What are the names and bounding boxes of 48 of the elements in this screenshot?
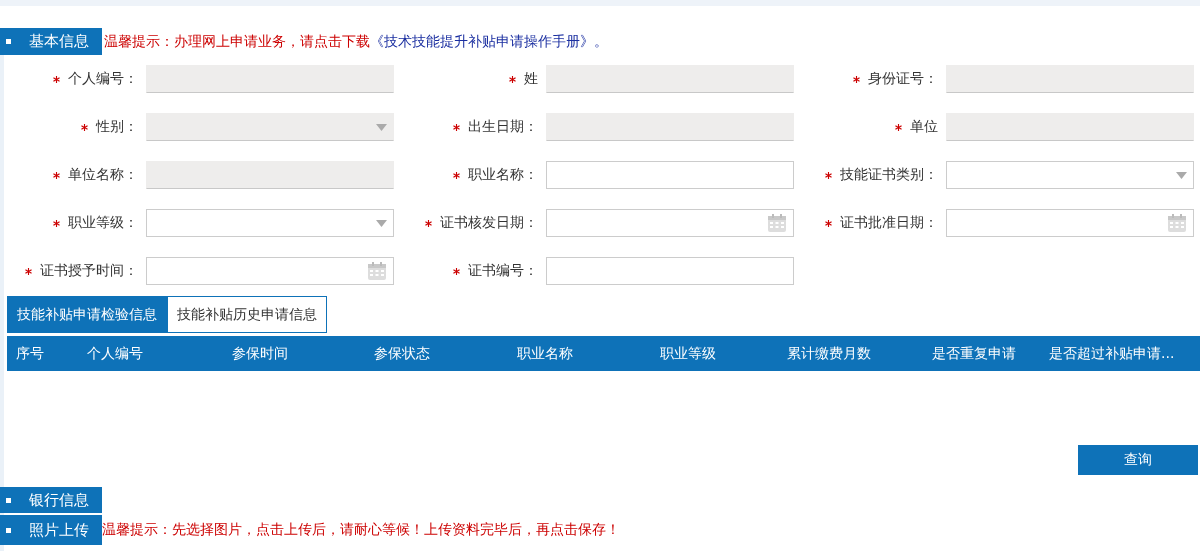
field-label: 证书编号： <box>468 262 538 280</box>
bullet-icon <box>6 527 11 533</box>
bullet-icon <box>6 39 11 44</box>
tab[interactable]: 技能补贴申请检验信息 <box>7 296 167 333</box>
select-field[interactable] <box>946 161 1194 189</box>
notice-text: 温馨提示：办理网上申请业务，请点击下载《技术技能提升补贴申请操作手册》。 <box>103 33 608 51</box>
field-label: 身份证号： <box>868 70 938 88</box>
column-header: 职业等级 <box>660 344 716 361</box>
field-label: 证书核发日期： <box>440 214 538 232</box>
bullet-icon <box>6 497 11 503</box>
column-header: 序号 <box>16 344 44 361</box>
date-field[interactable] <box>946 209 1194 237</box>
field-label: 证书授予时间： <box>40 262 138 280</box>
field-label: 个人编号： <box>68 70 138 88</box>
input-field[interactable] <box>546 161 794 189</box>
column-header: 是否重复申请 <box>932 344 1016 361</box>
dropdown-arrow-icon[interactable] <box>376 219 387 227</box>
field-label: 职业名称： <box>468 166 538 184</box>
calendar-icon[interactable] <box>367 261 387 281</box>
manual-download-link[interactable]: 《技术技能提升补贴申请操作手册》。 <box>370 33 608 49</box>
field-label: 性别： <box>96 118 138 136</box>
date-field[interactable] <box>546 209 794 237</box>
field-label: 姓 <box>524 70 538 88</box>
column-header: 个人编号 <box>87 344 143 361</box>
field-label: 单位名称： <box>68 166 138 184</box>
date-field[interactable] <box>146 257 394 285</box>
calendar-icon[interactable] <box>1167 213 1187 233</box>
query-button[interactable]: 查询 <box>1078 445 1198 475</box>
section-title: 银行信息 <box>0 487 102 513</box>
input-field[interactable] <box>546 257 794 285</box>
section-title: 照片上传 <box>0 515 102 545</box>
select-field[interactable] <box>146 209 394 237</box>
dropdown-arrow-icon[interactable] <box>1176 171 1187 179</box>
column-header: 参保状态 <box>374 344 430 361</box>
calendar-icon[interactable] <box>767 213 787 233</box>
field-label: 职业等级： <box>68 214 138 232</box>
column-header: 参保时间 <box>232 344 288 361</box>
section-title: 基本信息 <box>0 28 102 55</box>
column-header: 职业名称 <box>517 344 573 361</box>
field-label: 出生日期： <box>468 118 538 136</box>
field-label: 证书批准日期： <box>840 214 938 232</box>
column-header: 是否超过补贴申请... <box>1049 344 1175 361</box>
tab[interactable]: 技能补贴历史申请信息 <box>167 296 327 333</box>
column-header: 累计缴费月数 <box>787 344 871 361</box>
field-label: 单位 <box>910 118 938 136</box>
field-label: 技能证书类别： <box>840 166 938 184</box>
notice-text: 温馨提示：先选择图片，点击上传后，请耐心等候！上传资料完毕后，再点击保存！ <box>102 521 620 539</box>
dropdown-arrow-icon[interactable] <box>376 123 387 131</box>
